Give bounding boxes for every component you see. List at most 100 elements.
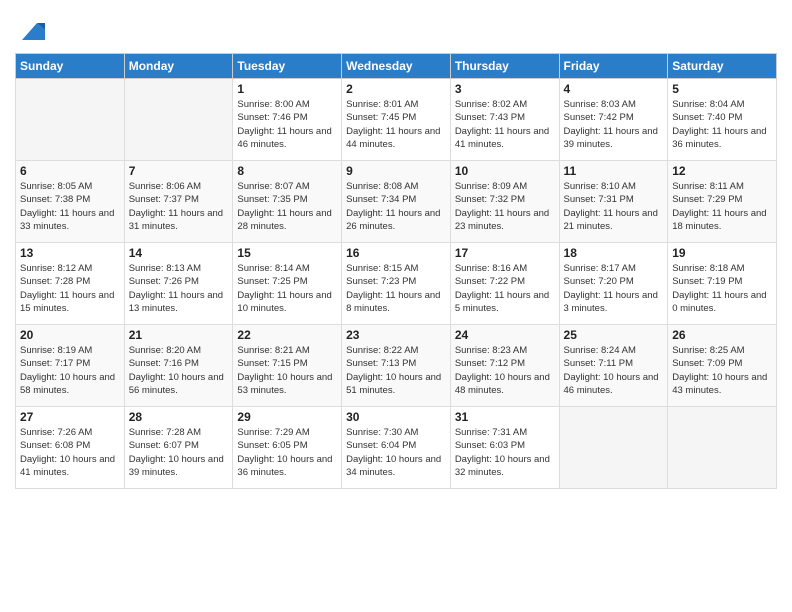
calendar-cell: 22Sunrise: 8:21 AM Sunset: 7:15 PM Dayli… <box>233 325 342 407</box>
calendar-cell: 12 Sunrise: 8:11 AM Sunset: 7:29 PM Dayli… <box>668 161 777 243</box>
calendar-cell: 27 Sunrise: 7:26 AM Sunset: 6:08 PM Dayli… <box>16 407 125 489</box>
calendar-cell: 11 Sunrise: 8:10 AM Sunset: 7:31 PM Dayli… <box>559 161 668 243</box>
calendar-cell: 30 Sunrise: 7:30 AM Sunset: 6:04 PM Dayli… <box>342 407 451 489</box>
day-info: Sunrise: 8:09 AM Sunset: 7:32 PM Dayligh… <box>455 180 555 233</box>
calendar-cell: 4 Sunrise: 8:03 AM Sunset: 7:42 PM Daylig… <box>559 79 668 161</box>
day-number: 12 <box>672 164 772 178</box>
day-number: 26 <box>672 328 772 342</box>
day-info: Sunrise: 8:12 AM Sunset: 7:28 PM Dayligh… <box>20 262 120 315</box>
day-of-week-header: Wednesday <box>342 54 451 79</box>
day-number: 10 <box>455 164 555 178</box>
day-info: Sunrise: 8:03 AM Sunset: 7:42 PM Dayligh… <box>564 98 664 151</box>
day-info: Sunrise: 7:28 AM Sunset: 6:07 PM Dayligh… <box>129 426 229 479</box>
calendar-cell: 7Sunrise: 8:06 AM Sunset: 7:37 PM Daylig… <box>124 161 233 243</box>
day-number: 19 <box>672 246 772 260</box>
day-info: Sunrise: 8:14 AM Sunset: 7:25 PM Dayligh… <box>237 262 337 315</box>
day-info: Sunrise: 8:13 AM Sunset: 7:26 PM Dayligh… <box>129 262 229 315</box>
calendar-cell: 19 Sunrise: 8:18 AM Sunset: 7:19 PM Dayli… <box>668 243 777 325</box>
calendar-cell: 31Sunrise: 7:31 AM Sunset: 6:03 PM Dayli… <box>450 407 559 489</box>
calendar-cell: 23 Sunrise: 8:22 AM Sunset: 7:13 PM Dayli… <box>342 325 451 407</box>
day-of-week-header: Sunday <box>16 54 125 79</box>
day-number: 8 <box>237 164 337 178</box>
day-info: Sunrise: 7:26 AM Sunset: 6:08 PM Dayligh… <box>20 426 120 479</box>
calendar-cell: 25 Sunrise: 8:24 AM Sunset: 7:11 PM Dayli… <box>559 325 668 407</box>
day-number: 9 <box>346 164 446 178</box>
day-number: 25 <box>564 328 664 342</box>
day-number: 7 <box>129 164 229 178</box>
day-info: Sunrise: 8:10 AM Sunset: 7:31 PM Dayligh… <box>564 180 664 233</box>
day-number: 24 <box>455 328 555 342</box>
day-info: Sunrise: 8:18 AM Sunset: 7:19 PM Dayligh… <box>672 262 772 315</box>
day-number: 18 <box>564 246 664 260</box>
calendar-cell: 15 Sunrise: 8:14 AM Sunset: 7:25 PM Dayli… <box>233 243 342 325</box>
calendar-cell: 13 Sunrise: 8:12 AM Sunset: 7:28 PM Dayli… <box>16 243 125 325</box>
day-info: Sunrise: 8:23 AM Sunset: 7:12 PM Dayligh… <box>455 344 555 397</box>
logo <box>15 15 47 45</box>
day-info: Sunrise: 8:20 AM Sunset: 7:16 PM Dayligh… <box>129 344 229 397</box>
day-info: Sunrise: 8:02 AM Sunset: 7:43 PM Dayligh… <box>455 98 555 151</box>
calendar-cell <box>16 79 125 161</box>
day-number: 23 <box>346 328 446 342</box>
calendar-table: SundayMondayTuesdayWednesdayThursdayFrid… <box>15 53 777 489</box>
day-number: 6 <box>20 164 120 178</box>
day-of-week-header: Friday <box>559 54 668 79</box>
day-of-week-header: Thursday <box>450 54 559 79</box>
day-info: Sunrise: 8:15 AM Sunset: 7:23 PM Dayligh… <box>346 262 446 315</box>
calendar-cell <box>124 79 233 161</box>
calendar-cell: 1Sunrise: 8:00 AM Sunset: 7:46 PM Daylig… <box>233 79 342 161</box>
logo-icon <box>17 15 47 45</box>
calendar-cell: 2 Sunrise: 8:01 AM Sunset: 7:45 PM Daylig… <box>342 79 451 161</box>
calendar-cell: 16 Sunrise: 8:15 AM Sunset: 7:23 PM Dayli… <box>342 243 451 325</box>
day-info: Sunrise: 8:17 AM Sunset: 7:20 PM Dayligh… <box>564 262 664 315</box>
day-number: 27 <box>20 410 120 424</box>
calendar-cell: 18 Sunrise: 8:17 AM Sunset: 7:20 PM Dayli… <box>559 243 668 325</box>
calendar-cell <box>668 407 777 489</box>
calendar-cell: 29 Sunrise: 7:29 AM Sunset: 6:05 PM Dayli… <box>233 407 342 489</box>
day-info: Sunrise: 7:29 AM Sunset: 6:05 PM Dayligh… <box>237 426 337 479</box>
day-info: Sunrise: 8:11 AM Sunset: 7:29 PM Dayligh… <box>672 180 772 233</box>
day-number: 21 <box>129 328 229 342</box>
day-number: 28 <box>129 410 229 424</box>
day-number: 11 <box>564 164 664 178</box>
day-number: 4 <box>564 82 664 96</box>
day-info: Sunrise: 8:04 AM Sunset: 7:40 PM Dayligh… <box>672 98 772 151</box>
page-header <box>15 10 777 45</box>
day-info: Sunrise: 8:25 AM Sunset: 7:09 PM Dayligh… <box>672 344 772 397</box>
day-info: Sunrise: 8:08 AM Sunset: 7:34 PM Dayligh… <box>346 180 446 233</box>
calendar-cell: 20Sunrise: 8:19 AM Sunset: 7:17 PM Dayli… <box>16 325 125 407</box>
day-info: Sunrise: 8:16 AM Sunset: 7:22 PM Dayligh… <box>455 262 555 315</box>
day-info: Sunrise: 7:30 AM Sunset: 6:04 PM Dayligh… <box>346 426 446 479</box>
calendar-cell: 10 Sunrise: 8:09 AM Sunset: 7:32 PM Dayli… <box>450 161 559 243</box>
calendar-cell: 3 Sunrise: 8:02 AM Sunset: 7:43 PM Daylig… <box>450 79 559 161</box>
day-info: Sunrise: 8:01 AM Sunset: 7:45 PM Dayligh… <box>346 98 446 151</box>
day-number: 13 <box>20 246 120 260</box>
calendar-cell: 6 Sunrise: 8:05 AM Sunset: 7:38 PM Daylig… <box>16 161 125 243</box>
day-number: 22 <box>237 328 337 342</box>
day-info: Sunrise: 8:00 AM Sunset: 7:46 PM Dayligh… <box>237 98 337 151</box>
calendar-cell: 5 Sunrise: 8:04 AM Sunset: 7:40 PM Daylig… <box>668 79 777 161</box>
day-number: 14 <box>129 246 229 260</box>
day-of-week-header: Monday <box>124 54 233 79</box>
day-of-week-header: Tuesday <box>233 54 342 79</box>
calendar-cell: 21 Sunrise: 8:20 AM Sunset: 7:16 PM Dayli… <box>124 325 233 407</box>
calendar-cell: 14 Sunrise: 8:13 AM Sunset: 7:26 PM Dayli… <box>124 243 233 325</box>
day-number: 29 <box>237 410 337 424</box>
calendar-cell: 17 Sunrise: 8:16 AM Sunset: 7:22 PM Dayli… <box>450 243 559 325</box>
calendar-cell <box>559 407 668 489</box>
day-number: 30 <box>346 410 446 424</box>
calendar-cell: 24 Sunrise: 8:23 AM Sunset: 7:12 PM Dayli… <box>450 325 559 407</box>
day-number: 15 <box>237 246 337 260</box>
day-number: 17 <box>455 246 555 260</box>
day-info: Sunrise: 8:22 AM Sunset: 7:13 PM Dayligh… <box>346 344 446 397</box>
day-number: 2 <box>346 82 446 96</box>
day-number: 3 <box>455 82 555 96</box>
calendar-cell: 9 Sunrise: 8:08 AM Sunset: 7:34 PM Daylig… <box>342 161 451 243</box>
day-info: Sunrise: 8:05 AM Sunset: 7:38 PM Dayligh… <box>20 180 120 233</box>
calendar-cell: 26 Sunrise: 8:25 AM Sunset: 7:09 PM Dayli… <box>668 325 777 407</box>
day-number: 5 <box>672 82 772 96</box>
day-info: Sunrise: 8:24 AM Sunset: 7:11 PM Dayligh… <box>564 344 664 397</box>
day-number: 16 <box>346 246 446 260</box>
day-of-week-header: Saturday <box>668 54 777 79</box>
calendar-cell: 8Sunrise: 8:07 AM Sunset: 7:35 PM Daylig… <box>233 161 342 243</box>
calendar-cell: 28 Sunrise: 7:28 AM Sunset: 6:07 PM Dayli… <box>124 407 233 489</box>
